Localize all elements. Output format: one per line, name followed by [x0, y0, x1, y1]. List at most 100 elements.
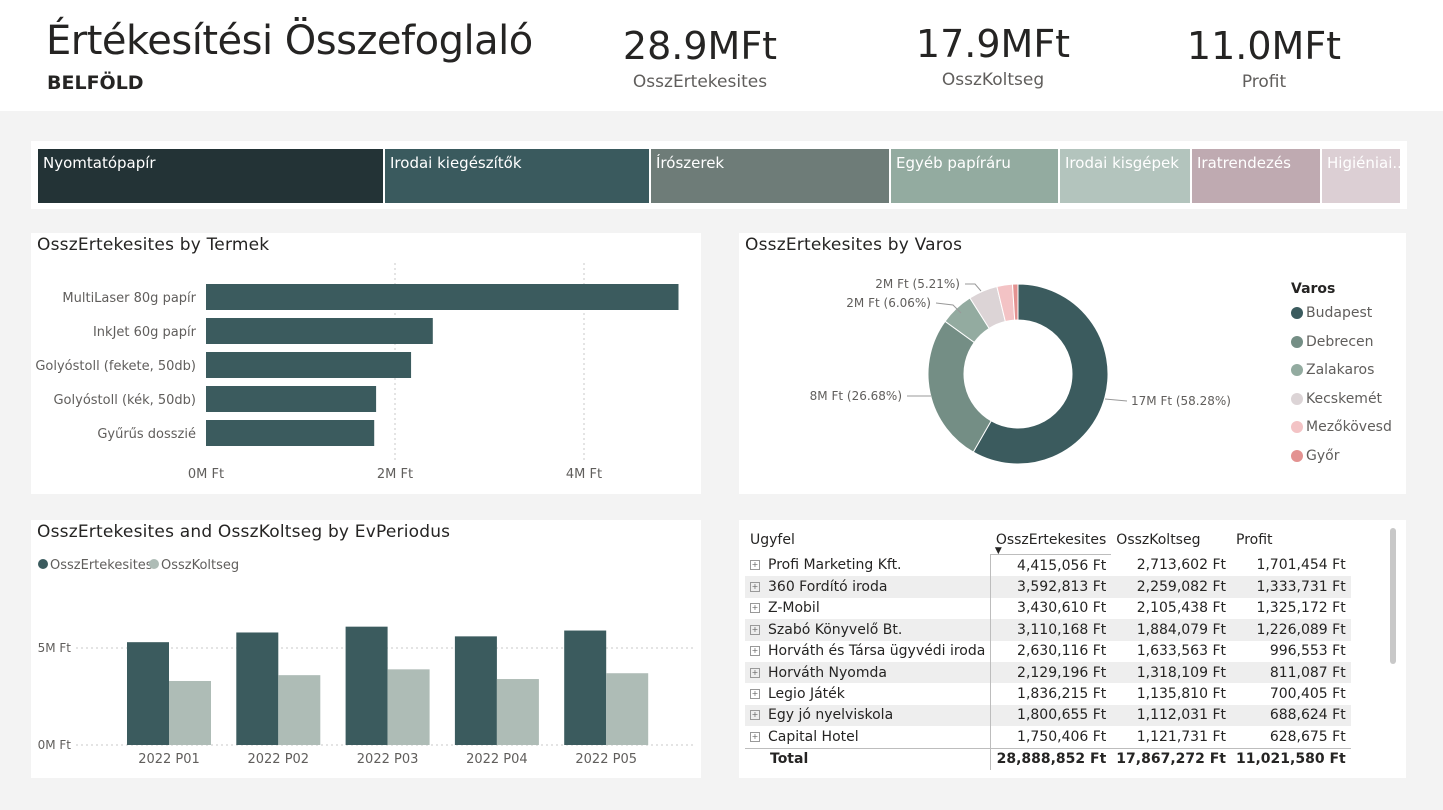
table-row[interactable]: + Horváth és Társa ügyvédi iroda 2,630,116…	[745, 640, 1351, 662]
column-osszertekesites[interactable]	[127, 642, 169, 745]
legend-item-budapest[interactable]: Budapest	[1291, 305, 1372, 321]
table-scrollbar[interactable]	[1390, 528, 1396, 664]
kpi-card-cost[interactable]: 17.9MFt OsszKoltseg	[873, 22, 1113, 90]
treemap-tile-irodai-kisgepek[interactable]: Irodai kisgépek	[1059, 148, 1191, 204]
cell-osszkoltseg: 2,105,438 Ft	[1136, 600, 1226, 617]
expand-icon[interactable]: +	[750, 731, 760, 742]
leader-line	[1104, 398, 1128, 402]
table-row[interactable]: + Szabó Könyvelő Bt. 3,110,168 Ft 1,884,079…	[745, 619, 1351, 641]
treemap-tile-label: Iratrendezés	[1197, 154, 1291, 172]
cell-osszertekesites: 1,836,215 Ft	[990, 683, 1112, 705]
kpi-card-sales[interactable]: 28.9MFt OsszErtekesites	[580, 24, 820, 92]
x-tick-label: 2022 P02	[247, 752, 309, 767]
customer-name: Legio Játék	[768, 686, 845, 703]
category-label: Gyűrűs dosszié	[97, 427, 196, 442]
bar[interactable]	[206, 386, 377, 412]
donut-data-label: 2M Ft (5.21%)	[875, 277, 960, 291]
column-chart: OsszErtekesites OsszKoltseg 0M Ft 5M Ft 2022…	[38, 558, 696, 767]
expand-icon[interactable]: +	[750, 603, 760, 614]
total-osszertekesites: 28,888,852 Ft	[990, 747, 1112, 770]
expand-icon[interactable]: +	[750, 646, 760, 657]
legend-label[interactable]: OsszErtekesites	[50, 558, 153, 573]
table-row[interactable]: + Profi Marketing Kft. 4,415,056 Ft 2,713,6…	[745, 554, 1351, 577]
column-osszkoltseg[interactable]	[278, 675, 321, 745]
cell-ugyfel: +360 Fordító iroda	[745, 576, 991, 597]
expand-icon[interactable]: +	[750, 582, 760, 593]
bar[interactable]	[206, 318, 433, 344]
table-row[interactable]: + Z-Mobil 3,430,610 Ft 2,105,438 Ft 1,325,17…	[745, 597, 1351, 620]
treemap-tile-nyomtatopapir[interactable]: Nyomtatópapír	[37, 148, 384, 204]
legend-dot	[1291, 392, 1303, 405]
cell-ugyfel: + Horváth Nyomda	[745, 662, 991, 683]
treemap-tile-egyeb-papiraru[interactable]: Egyéb papíráru	[890, 148, 1059, 204]
sort-descending-icon: ▼	[994, 546, 1002, 556]
expand-icon[interactable]: +	[750, 624, 760, 635]
cell-profit: 1,333,731 Ft	[1256, 579, 1346, 596]
column-osszkoltseg[interactable]	[169, 680, 211, 745]
legend-item-mezőkövesd[interactable]: Mezőkövesd	[1291, 419, 1392, 435]
cell-profit: 811,087 Ft	[1269, 664, 1346, 681]
kpi-card-profit[interactable]: 11.0MFt Profit	[1144, 24, 1384, 92]
cell-ugyfel: + Legio Játék	[745, 683, 991, 704]
column-osszertekesites[interactable]	[236, 632, 279, 745]
column-osszkoltseg[interactable]	[496, 679, 539, 745]
column-header-profit[interactable]: Profit	[1231, 526, 1351, 555]
bar[interactable]	[206, 284, 679, 310]
legend-dot	[1291, 449, 1303, 462]
kpi-label: OsszKoltseg	[941, 70, 1045, 90]
column-osszkoltseg[interactable]	[387, 669, 430, 745]
legend-label[interactable]: OsszKoltseg	[161, 558, 239, 573]
donut-data-label: 8M Ft (26.68%)	[810, 389, 902, 403]
table-row[interactable]: + Capital Hotel 1,750,406 Ft 1,121,731 Ft 62…	[745, 726, 1351, 749]
cell-osszertekesites: 2,630,116 Ft	[990, 640, 1112, 662]
column-chart-card: OsszErtekesites and OsszKoltseg by EvPer…	[31, 520, 701, 778]
column-header-ugyfel[interactable]: Ugyfel	[745, 526, 991, 555]
legend-label: Kecskemét	[1306, 390, 1383, 407]
cell-ugyfel: + Z-Mobil	[745, 598, 991, 619]
x-tick-label: 4M Ft	[566, 467, 602, 482]
column-osszertekesites[interactable]	[564, 630, 607, 745]
cell-profit: 1,226,089 Ft	[1256, 621, 1346, 638]
cell-osszkoltseg: 1,318,109 Ft	[1136, 664, 1226, 681]
cell-osszertekesites: 1,800,655 Ft	[990, 704, 1112, 727]
treemap-tile-irodai-kiegeszitok[interactable]: Irodai kiegészítők	[384, 148, 650, 204]
column-header-osszertekesites[interactable]: OsszErtekesites ▼	[990, 526, 1112, 556]
treemap-tile-iratrendezes[interactable]: Iratrendezés	[1191, 148, 1321, 204]
expand-icon[interactable]: +	[750, 710, 760, 721]
customer-name: Horváth és Társa ügyvédi iroda	[768, 643, 986, 660]
cell-osszkoltseg: 1,633,563 Ft	[1136, 643, 1226, 660]
customer-name: Horváth Nyomda	[768, 664, 887, 681]
treemap-tile-iroszerek[interactable]: Írószerek	[650, 148, 890, 204]
legend-item-győr[interactable]: Győr	[1291, 448, 1339, 464]
cell-osszkoltseg: 1,884,079 Ft	[1136, 621, 1226, 638]
leader-line	[965, 283, 982, 292]
category-label: InkJet 60g papír	[93, 325, 197, 340]
table-row[interactable]: + Horváth Nyomda 2,129,196 Ft 1,318,109 Ft 8…	[745, 661, 1351, 684]
column-osszertekesites[interactable]	[345, 626, 388, 745]
legend-item-zalakaros[interactable]: Zalakaros	[1291, 362, 1374, 378]
treemap-tile-higieniai[interactable]: Higiéniai...	[1321, 148, 1401, 204]
table-row[interactable]: + Legio Játék 1,836,215 Ft 1,135,810 Ft 700,…	[745, 683, 1351, 705]
bar[interactable]	[206, 420, 375, 446]
legend-dot	[149, 559, 159, 569]
legend-item-kecskemét[interactable]: Kecskemét	[1291, 391, 1382, 407]
cell-osszertekesites: 2,129,196 Ft	[990, 661, 1112, 684]
bar[interactable]	[206, 352, 412, 378]
column-header-osszkoltseg[interactable]: OsszKoltseg	[1111, 526, 1231, 555]
donut-slice-debrecen[interactable]	[927, 320, 992, 453]
legend-dot	[1291, 421, 1303, 433]
expand-icon[interactable]: +	[750, 667, 760, 678]
treemap-tile-label: Irodai kisgépek	[1065, 154, 1179, 172]
table-row[interactable]: + Egy jó nyelviskola 1,800,655 Ft 1,112,031…	[745, 704, 1351, 727]
cell-osszertekesites: 4,415,056 Ft	[990, 554, 1112, 577]
table-row[interactable]: +360 Fordító iroda 3,592,813 Ft 2,259,082 …	[745, 576, 1351, 598]
kpi-value: 17.9MFt	[915, 22, 1071, 66]
customer-name: 360 Fordító iroda	[768, 579, 888, 596]
column-osszkoltseg[interactable]	[606, 673, 649, 745]
legend-item-debrecen[interactable]: Debrecen	[1291, 334, 1374, 350]
expand-icon[interactable]: +	[750, 689, 760, 700]
cell-profit: 1,701,454 Ft	[1256, 557, 1346, 574]
column-osszertekesites[interactable]	[454, 636, 497, 745]
expand-icon[interactable]: +	[750, 560, 760, 571]
cell-profit: 688,624 Ft	[1269, 707, 1346, 724]
